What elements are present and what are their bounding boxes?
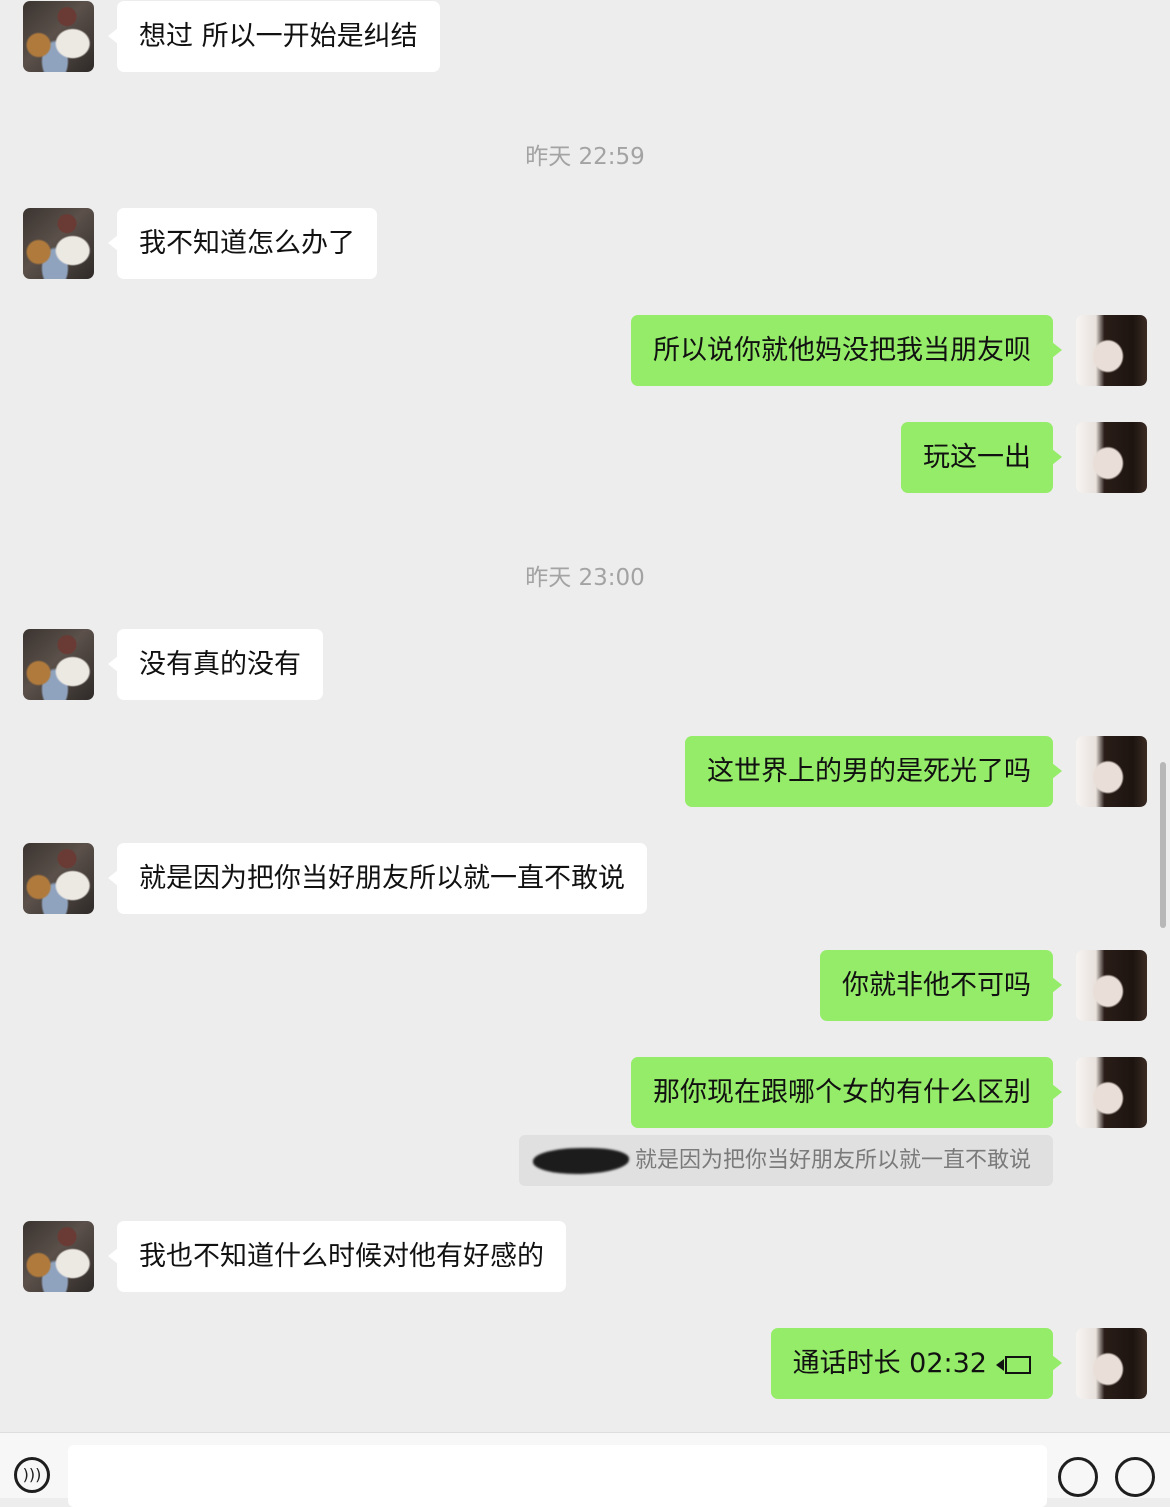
sent-message[interactable]: 所以说你就他妈没把我当朋友呗: [631, 315, 1062, 386]
contact-avatar[interactable]: [23, 208, 94, 279]
received-message[interactable]: 就是因为把你当好朋友所以就一直不敢说: [108, 843, 647, 914]
sent-message[interactable]: 你就非他不可吗: [820, 950, 1062, 1021]
user-avatar[interactable]: [1076, 1328, 1147, 1399]
redacted-name: [532, 1147, 629, 1174]
contact-avatar[interactable]: [23, 1221, 94, 1292]
received-message[interactable]: 我不知道怎么办了: [108, 208, 377, 279]
received-message[interactable]: 想过 所以一开始是纠结: [108, 1, 440, 72]
user-avatar[interactable]: [1076, 422, 1147, 493]
input-bar: ))): [0, 1432, 1170, 1507]
call-duration-text: 通话时长 02:32: [792, 1348, 987, 1379]
quoted-message[interactable]: 就是因为把你当好朋友所以就一直不敢说: [518, 1135, 1053, 1186]
message-input[interactable]: [68, 1445, 1047, 1507]
voice-icon[interactable]: ))): [14, 1457, 50, 1493]
received-message[interactable]: 没有真的没有: [108, 629, 323, 700]
received-message[interactable]: 我也不知道什么时候对他有好感的: [108, 1221, 566, 1292]
scrollbar[interactable]: [1160, 762, 1166, 928]
sent-message[interactable]: 那你现在跟哪个女的有什么区别: [631, 1057, 1062, 1128]
sent-message[interactable]: 玩这一出: [901, 422, 1062, 493]
contact-avatar[interactable]: [23, 1, 94, 72]
timestamp: 昨天 23:00: [525, 565, 645, 591]
chat-area[interactable]: 想过 所以一开始是纠结 昨天 22:59 我不知道怎么办了 所以说你就他妈没把我…: [0, 0, 1170, 1432]
user-avatar[interactable]: [1076, 315, 1147, 386]
user-avatar[interactable]: [1076, 736, 1147, 807]
user-avatar[interactable]: [1076, 950, 1147, 1021]
emoji-icon[interactable]: [1058, 1457, 1098, 1497]
timestamp: 昨天 22:59: [525, 144, 645, 170]
quoted-message-text: 就是因为把你当好朋友所以就一直不敢说: [634, 1148, 1031, 1173]
contact-avatar[interactable]: [23, 629, 94, 700]
contact-avatar[interactable]: [23, 843, 94, 914]
video-call-icon: [996, 1355, 1031, 1374]
sent-message[interactable]: 这世界上的男的是死光了吗: [685, 736, 1062, 807]
user-avatar[interactable]: [1076, 1057, 1147, 1128]
plus-icon[interactable]: [1115, 1457, 1155, 1497]
call-record-message[interactable]: 通话时长 02:32: [770, 1328, 1063, 1399]
